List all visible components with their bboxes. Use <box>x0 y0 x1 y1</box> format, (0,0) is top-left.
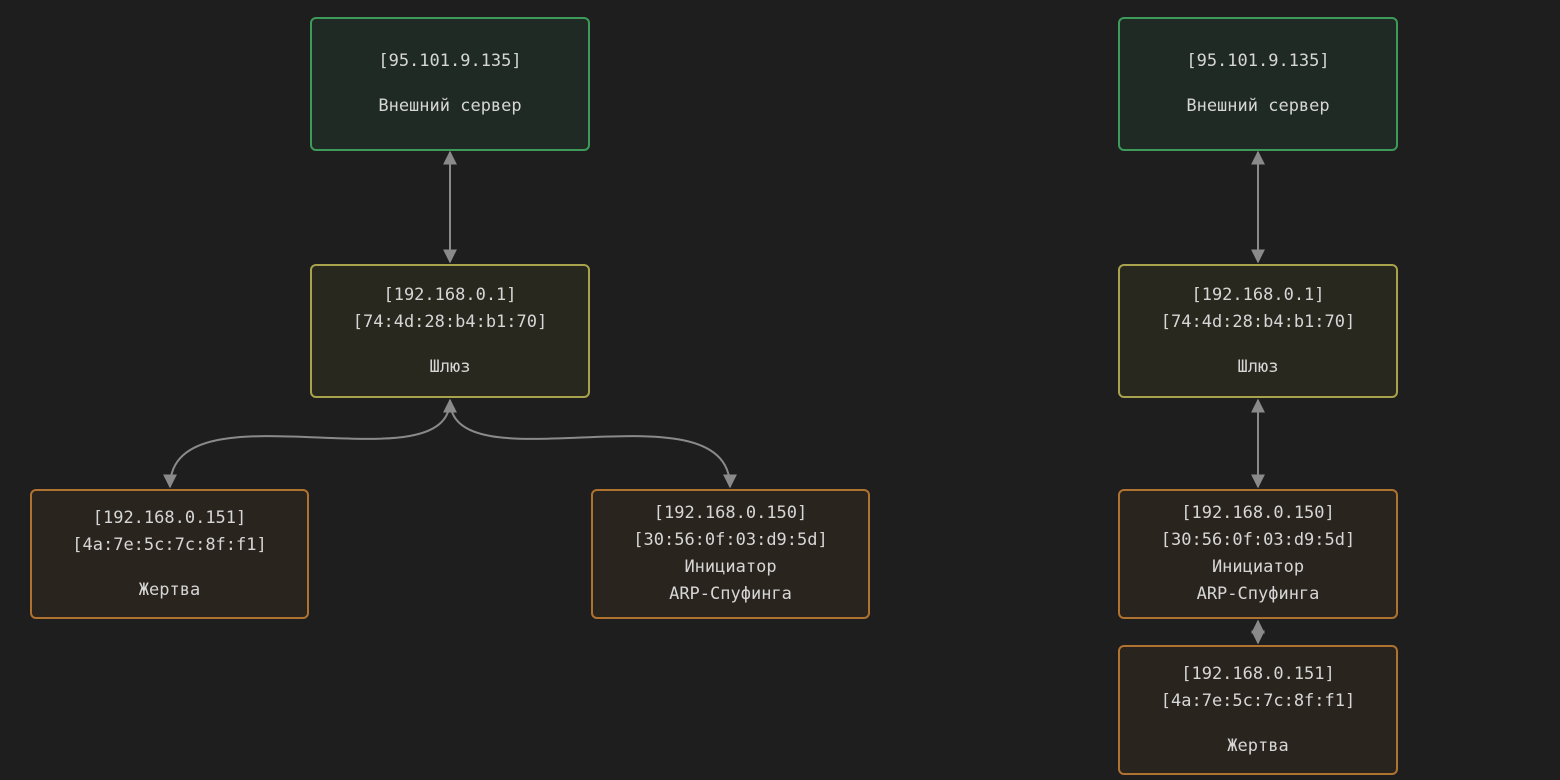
victim-ip: [192.168.0.151] <box>1181 663 1335 684</box>
right-initiator-node: [192.168.0.150] [30:56:0f:03:d9:5d] Иниц… <box>1118 489 1398 619</box>
initiator-ip: [192.168.0.150] <box>653 503 808 523</box>
initiator-mac: [30:56:0f:03:d9:5d] <box>1160 530 1356 550</box>
initiator-label-line1: Инициатор <box>684 557 777 577</box>
left-gateway-node: [192.168.0.1] [74:4d:28:b4:b1:70] Шлюз <box>310 264 590 398</box>
gateway-label: Шлюз <box>429 356 471 377</box>
server-ip: [95.101.9.135] <box>378 51 522 71</box>
left-victim-node: [192.168.0.151] [4a:7e:5c:7c:8f:f1] Жерт… <box>30 489 309 619</box>
victim-ip: [192.168.0.151] <box>92 507 247 528</box>
gateway-label: Шлюз <box>1237 356 1279 377</box>
initiator-ip: [192.168.0.150] <box>1181 503 1335 523</box>
initiator-label-line2: ARP-Спуфинга <box>669 584 792 604</box>
gateway-ip: [192.168.0.1] <box>1191 284 1325 305</box>
server-label: Внешний сервер <box>1186 96 1330 116</box>
victim-mac: [4a:7e:5c:7c:8f:f1] <box>72 534 267 555</box>
initiator-mac: [30:56:0f:03:d9:5d] <box>633 530 828 550</box>
edge-left-gateway-victim <box>163 398 457 489</box>
right-victim-node: [192.168.0.151] [4a:7e:5c:7c:8f:f1] Жерт… <box>1118 645 1398 775</box>
server-ip: [95.101.9.135] <box>1186 51 1330 71</box>
server-label: Внешний сервер <box>378 96 522 116</box>
initiator-label-line1: Инициатор <box>1211 557 1305 577</box>
gateway-mac: [74:4d:28:b4:b1:70] <box>1160 311 1356 332</box>
left-initiator-node: [192.168.0.150] [30:56:0f:03:d9:5d] Иниц… <box>591 489 870 619</box>
right-gateway-node: [192.168.0.1] [74:4d:28:b4:b1:70] Шлюз <box>1118 264 1398 398</box>
victim-label: Жертва <box>138 579 201 600</box>
gateway-mac: [74:4d:28:b4:b1:70] <box>352 311 548 332</box>
left-server-node: [95.101.9.135] Внешний сервер <box>310 17 590 151</box>
edge-left-gateway-initiator <box>449 399 737 489</box>
right-server-node: [95.101.9.135] Внешний сервер <box>1118 17 1398 151</box>
initiator-label-line2: ARP-Спуфинга <box>1196 584 1320 604</box>
victim-mac: [4a:7e:5c:7c:8f:f1] <box>1160 690 1356 711</box>
gateway-ip: [192.168.0.1] <box>383 284 517 305</box>
victim-label: Жертва <box>1227 735 1289 756</box>
